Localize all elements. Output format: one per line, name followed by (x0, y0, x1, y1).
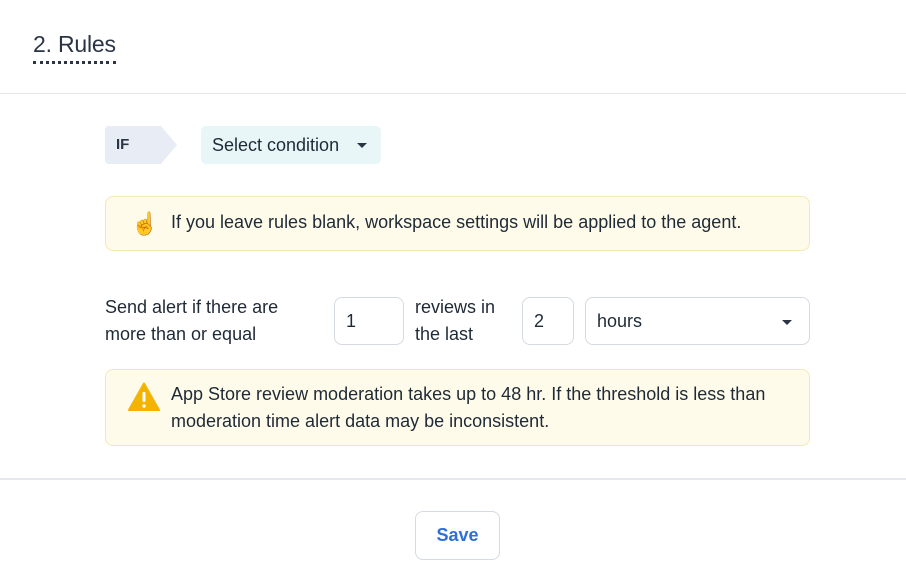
pointing-up-hand-icon: ☝️ (131, 211, 159, 236)
chevron-down-icon (782, 320, 792, 325)
time-window-input[interactable] (522, 297, 574, 345)
alert-label-line1: Send alert if there are (105, 297, 279, 317)
time-unit-value: hours (597, 310, 643, 331)
info-notice-text: If you leave rules blank, workspace sett… (171, 212, 742, 232)
condition-select-value: Select condition (212, 134, 340, 155)
reviews-label-line2: the last (415, 324, 474, 344)
alert-condition-label: Send alert if there are more than or equ… (105, 294, 305, 348)
if-tag: IF (105, 126, 177, 164)
alert-label-line2: more than or equal (105, 324, 257, 344)
review-count-input[interactable] (334, 297, 404, 345)
condition-select[interactable]: Select condition (201, 126, 381, 164)
info-notice: ☝️ If you leave rules blank, workspace s… (105, 196, 810, 251)
reviews-label-line1: reviews in (415, 297, 496, 317)
warning-notice-text: App Store review moderation takes up to … (171, 384, 766, 431)
section-title: 2. Rules (33, 30, 116, 64)
warning-triangle-icon (128, 382, 160, 411)
if-label: IF (116, 136, 130, 153)
time-unit-select[interactable]: hours (585, 297, 810, 345)
chevron-down-icon (357, 143, 367, 148)
reviews-label: reviews in the last (415, 294, 515, 348)
save-button[interactable]: Save (415, 511, 500, 560)
footer-divider (0, 478, 906, 480)
warning-notice: App Store review moderation takes up to … (105, 369, 810, 446)
section-header: 2. Rules (0, 0, 906, 94)
